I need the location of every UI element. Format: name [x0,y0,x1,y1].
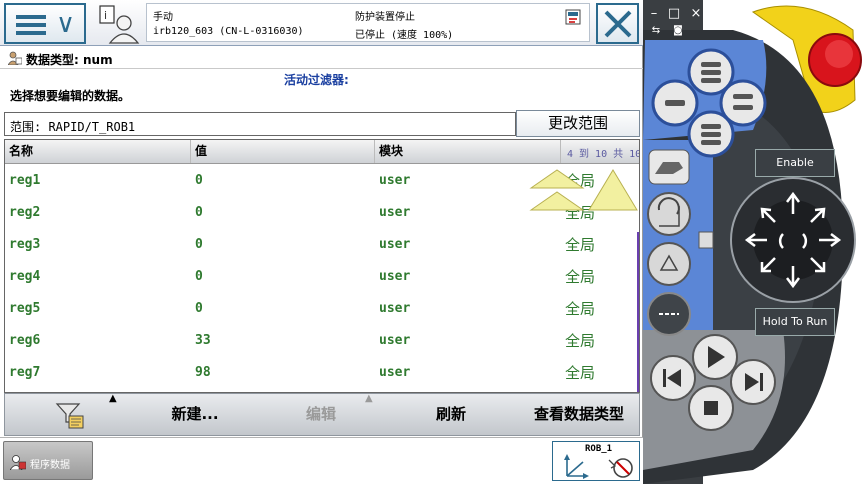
taskbar-program-data-label: 程序数据 [30,460,70,471]
scroll-top-arrow-icon[interactable] [588,169,638,211]
row-value: 0 [195,205,203,220]
motion-mode-key[interactable] [647,192,691,236]
row-value: 33 [195,333,211,348]
edit-button[interactable]: 编辑 [271,394,371,435]
row-value: 0 [195,237,203,252]
row-scope: 全局 [565,300,596,318]
taskbar: 程序数据 ROB_1 [0,437,643,484]
active-filter-label: 活动过滤器: [284,73,349,87]
row-module: user [379,205,411,220]
scroll-up-arrow-icon[interactable] [529,169,585,189]
change-scope-button[interactable]: 更改范围 [516,110,640,137]
pendant-keys [647,48,856,431]
scrollbar[interactable] [637,232,639,392]
row-name: reg6 [9,333,41,348]
scroll-page-up-arrow-icon[interactable] [529,191,585,211]
data-type-header: 数据类型: num [0,47,643,69]
row-name: reg2 [9,205,41,220]
row-value: 0 [195,269,203,284]
row-value: 98 [195,365,211,380]
bottom-toolbar: ▲ 新建... ▲ 编辑 刷新 查看数据类型 [4,393,640,436]
increment-key[interactable] [647,242,691,286]
row-value: 0 [195,301,203,316]
flexpendant-device: – □ × ⇆ ◙ Enable Hold To Run [643,0,864,484]
row-name: reg3 [9,237,41,252]
usb-port-icon [698,231,714,249]
row-module: user [379,173,411,188]
view-data-type-button[interactable]: 查看数据类型 [519,394,639,435]
page-indicator: 4 到 10 共 10 [567,149,640,160]
instruction-text: 选择想要编辑的数据。 [10,89,131,103]
row-scope: 全局 [565,236,596,254]
menu-icon [16,15,46,35]
filter-icon[interactable] [55,400,85,430]
row-module: user [379,365,411,380]
column-header-module[interactable]: 模块 [375,140,561,163]
scope-label: 范围: RAPID/T_ROB1 [10,120,136,134]
hold-to-run-button[interactable]: Hold To Run [755,308,835,336]
row-module: user [379,237,411,252]
row-name: reg1 [9,173,41,188]
new-button[interactable]: 新建... [135,394,255,435]
column-header-value[interactable]: 值 [191,140,375,163]
table-row[interactable]: reg4 0 user 全局 [5,261,637,293]
svg-text:i: i [104,9,107,22]
abb-menu-button[interactable]: ∨ [4,3,86,44]
close-icon [604,10,632,38]
program-data-icon [8,51,22,65]
refresh-button[interactable]: 刷新 [401,394,501,435]
row-scope: 全局 [565,268,596,286]
enable-button[interactable]: Enable [755,149,835,177]
programmable-key-4[interactable] [687,110,735,158]
table-header: 名称 值 模块 4 到 10 共 10 [5,140,639,164]
row-name: reg4 [9,269,41,284]
scope-field: 范围: RAPID/T_ROB1 [4,112,516,136]
start-key[interactable] [692,334,738,380]
row-module: user [379,333,411,348]
programmable-key-2[interactable] [651,79,699,127]
chevron-down-icon: ∨ [56,9,76,39]
table-row[interactable]: reg7 98 user 全局 [5,357,637,389]
column-header-name[interactable]: 名称 [5,140,191,163]
close-button[interactable] [596,3,639,44]
table-row[interactable]: reg6 33 user 全局 [5,325,637,357]
row-value: 0 [195,173,203,188]
operating-mode: 手动 [153,12,173,23]
row-name: reg5 [9,301,41,316]
controller-state: 防护装置停止 [355,12,415,23]
scroll-arrows [529,169,638,211]
system-name: irb120_603 (CN-L-0316030) [153,26,304,37]
flexpendant-screen: ∨ i 手动 irb120_603 (CN-L-0316030) 防护装置停止 … [0,0,643,484]
step-backward-key[interactable] [650,355,696,401]
table-row[interactable]: reg3 0 user 全局 [5,229,637,261]
jog-coordinates-icon [564,454,633,479]
menu-up-arrow-icon: ▲ [109,393,117,404]
table-row[interactable]: reg5 0 user 全局 [5,293,637,325]
row-scope: 全局 [565,332,596,350]
status-bar[interactable]: 手动 irb120_603 (CN-L-0316030) 防护装置停止 已停止 … [146,3,590,42]
row-module: user [379,269,411,284]
row-module: user [379,301,411,316]
data-table: 名称 值 模块 4 到 10 共 10 reg1 0 user 全局 reg2 … [4,139,640,393]
top-bar: ∨ i 手动 irb120_603 (CN-L-0316030) 防护装置停止 … [0,0,643,46]
mechanical-unit-key[interactable] [648,149,690,185]
quickset-button[interactable]: ROB_1 [552,441,640,481]
increment-toggle-key[interactable] [647,292,691,336]
row-name: reg7 [9,365,41,380]
row-scope: 全局 [565,364,596,382]
event-log-icon [565,9,581,25]
stop-key[interactable] [688,385,734,431]
taskbar-program-data[interactable]: 程序数据 [3,441,93,480]
joystick[interactable] [730,177,856,303]
data-type-label: 数据类型: num [26,53,113,67]
step-forward-key[interactable] [730,359,776,405]
operator-window-icon[interactable]: i [96,3,140,44]
program-state: 已停止 (速度 100%) [355,30,454,41]
program-data-icon [10,455,26,470]
